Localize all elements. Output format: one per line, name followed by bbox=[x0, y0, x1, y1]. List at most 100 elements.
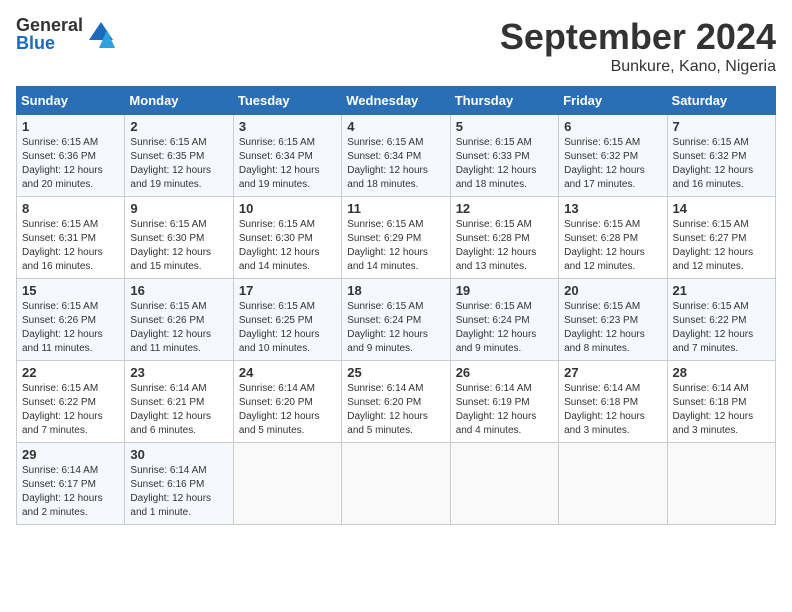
calendar-week-3: 15Sunrise: 6:15 AMSunset: 6:26 PMDayligh… bbox=[17, 279, 776, 361]
day-number: 19 bbox=[456, 283, 553, 298]
day-info: Sunrise: 6:15 AMSunset: 6:26 PMDaylight:… bbox=[130, 300, 227, 356]
day-info: Sunrise: 6:15 AMSunset: 6:34 PMDaylight:… bbox=[239, 136, 336, 192]
day-info: Sunrise: 6:15 AMSunset: 6:22 PMDaylight:… bbox=[22, 382, 119, 438]
day-number: 20 bbox=[564, 283, 661, 298]
calendar-cell: 1 Sunrise: 6:15 AMSunset: 6:36 PMDaylight… bbox=[17, 115, 125, 197]
calendar-cell: 21 Sunrise: 6:15 AMSunset: 6:22 PMDayligh… bbox=[667, 279, 775, 361]
calendar-cell: 28 Sunrise: 6:14 AMSunset: 6:18 PMDayligh… bbox=[667, 361, 775, 443]
calendar-cell bbox=[667, 443, 775, 525]
calendar-cell: 7 Sunrise: 6:15 AMSunset: 6:32 PMDaylight… bbox=[667, 115, 775, 197]
day-number: 28 bbox=[673, 365, 770, 380]
col-header-friday: Friday bbox=[559, 87, 667, 115]
logo-general: General bbox=[16, 16, 83, 34]
calendar-cell: 24Sunrise: 6:14 AMSunset: 6:20 PMDayligh… bbox=[233, 361, 341, 443]
day-number: 24 bbox=[239, 365, 336, 380]
calendar-cell: 27Sunrise: 6:14 AMSunset: 6:18 PMDayligh… bbox=[559, 361, 667, 443]
day-info: Sunrise: 6:14 AMSunset: 6:18 PMDaylight:… bbox=[673, 382, 770, 438]
calendar-cell: 14 Sunrise: 6:15 AMSunset: 6:27 PMDayligh… bbox=[667, 197, 775, 279]
day-info: Sunrise: 6:14 AMSunset: 6:16 PMDaylight:… bbox=[130, 464, 227, 520]
day-number: 2 bbox=[130, 119, 227, 134]
day-number: 21 bbox=[673, 283, 770, 298]
col-header-saturday: Saturday bbox=[667, 87, 775, 115]
day-number: 30 bbox=[130, 447, 227, 462]
day-number: 3 bbox=[239, 119, 336, 134]
logo-icon bbox=[87, 20, 115, 48]
day-info: Sunrise: 6:15 AMSunset: 6:33 PMDaylight:… bbox=[456, 136, 553, 192]
day-info: Sunrise: 6:14 AMSunset: 6:19 PMDaylight:… bbox=[456, 382, 553, 438]
calendar-week-1: 1 Sunrise: 6:15 AMSunset: 6:36 PMDaylight… bbox=[17, 115, 776, 197]
day-info: Sunrise: 6:15 AMSunset: 6:32 PMDaylight:… bbox=[673, 136, 770, 192]
logo-blue: Blue bbox=[16, 34, 83, 52]
day-info: Sunrise: 6:14 AMSunset: 6:18 PMDaylight:… bbox=[564, 382, 661, 438]
calendar-cell bbox=[342, 443, 450, 525]
day-info: Sunrise: 6:15 AMSunset: 6:27 PMDaylight:… bbox=[673, 218, 770, 274]
page-header: General Blue September 2024 Bunkure, Kan… bbox=[16, 16, 776, 76]
day-info: Sunrise: 6:15 AMSunset: 6:31 PMDaylight:… bbox=[22, 218, 119, 274]
calendar-cell: 8 Sunrise: 6:15 AMSunset: 6:31 PMDaylight… bbox=[17, 197, 125, 279]
day-info: Sunrise: 6:15 AMSunset: 6:28 PMDaylight:… bbox=[564, 218, 661, 274]
calendar-week-2: 8 Sunrise: 6:15 AMSunset: 6:31 PMDaylight… bbox=[17, 197, 776, 279]
calendar-cell: 9Sunrise: 6:15 AMSunset: 6:30 PMDaylight… bbox=[125, 197, 233, 279]
day-info: Sunrise: 6:15 AMSunset: 6:30 PMDaylight:… bbox=[239, 218, 336, 274]
month-title: September 2024 bbox=[500, 16, 776, 58]
day-number: 4 bbox=[347, 119, 444, 134]
day-info: Sunrise: 6:15 AMSunset: 6:36 PMDaylight:… bbox=[22, 136, 119, 192]
day-number: 25 bbox=[347, 365, 444, 380]
calendar-cell: 17Sunrise: 6:15 AMSunset: 6:25 PMDayligh… bbox=[233, 279, 341, 361]
day-number: 29 bbox=[22, 447, 119, 462]
day-number: 12 bbox=[456, 201, 553, 216]
day-info: Sunrise: 6:14 AMSunset: 6:17 PMDaylight:… bbox=[22, 464, 119, 520]
calendar-cell bbox=[450, 443, 558, 525]
day-info: Sunrise: 6:15 AMSunset: 6:23 PMDaylight:… bbox=[564, 300, 661, 356]
day-number: 26 bbox=[456, 365, 553, 380]
col-header-monday: Monday bbox=[125, 87, 233, 115]
calendar-cell: 5 Sunrise: 6:15 AMSunset: 6:33 PMDaylight… bbox=[450, 115, 558, 197]
day-info: Sunrise: 6:15 AMSunset: 6:24 PMDaylight:… bbox=[456, 300, 553, 356]
day-info: Sunrise: 6:15 AMSunset: 6:28 PMDaylight:… bbox=[456, 218, 553, 274]
calendar-cell: 25 Sunrise: 6:14 AMSunset: 6:20 PMDayligh… bbox=[342, 361, 450, 443]
day-info: Sunrise: 6:15 AMSunset: 6:32 PMDaylight:… bbox=[564, 136, 661, 192]
calendar-header: SundayMondayTuesdayWednesdayThursdayFrid… bbox=[17, 87, 776, 115]
day-info: Sunrise: 6:15 AMSunset: 6:35 PMDaylight:… bbox=[130, 136, 227, 192]
day-info: Sunrise: 6:15 AMSunset: 6:22 PMDaylight:… bbox=[673, 300, 770, 356]
day-number: 7 bbox=[673, 119, 770, 134]
day-number: 8 bbox=[22, 201, 119, 216]
day-info: Sunrise: 6:15 AMSunset: 6:24 PMDaylight:… bbox=[347, 300, 444, 356]
day-number: 6 bbox=[564, 119, 661, 134]
location: Bunkure, Kano, Nigeria bbox=[500, 58, 776, 76]
day-number: 18 bbox=[347, 283, 444, 298]
day-number: 1 bbox=[22, 119, 119, 134]
day-number: 9 bbox=[130, 201, 227, 216]
day-number: 16 bbox=[130, 283, 227, 298]
calendar-week-5: 29 Sunrise: 6:14 AMSunset: 6:17 PMDayligh… bbox=[17, 443, 776, 525]
calendar-cell: 22Sunrise: 6:15 AMSunset: 6:22 PMDayligh… bbox=[17, 361, 125, 443]
col-header-sunday: Sunday bbox=[17, 87, 125, 115]
calendar-cell: 18 Sunrise: 6:15 AMSunset: 6:24 PMDayligh… bbox=[342, 279, 450, 361]
calendar-cell: 29 Sunrise: 6:14 AMSunset: 6:17 PMDayligh… bbox=[17, 443, 125, 525]
day-number: 13 bbox=[564, 201, 661, 216]
logo-text: General Blue bbox=[16, 16, 83, 52]
calendar-cell: 6 Sunrise: 6:15 AMSunset: 6:32 PMDaylight… bbox=[559, 115, 667, 197]
calendar-cell: 4 Sunrise: 6:15 AMSunset: 6:34 PMDaylight… bbox=[342, 115, 450, 197]
col-header-thursday: Thursday bbox=[450, 87, 558, 115]
calendar-cell: 12 Sunrise: 6:15 AMSunset: 6:28 PMDayligh… bbox=[450, 197, 558, 279]
col-header-wednesday: Wednesday bbox=[342, 87, 450, 115]
calendar-cell: 16 Sunrise: 6:15 AMSunset: 6:26 PMDayligh… bbox=[125, 279, 233, 361]
day-info: Sunrise: 6:14 AMSunset: 6:21 PMDaylight:… bbox=[130, 382, 227, 438]
calendar-cell: 2 Sunrise: 6:15 AMSunset: 6:35 PMDaylight… bbox=[125, 115, 233, 197]
day-number: 5 bbox=[456, 119, 553, 134]
calendar-cell: 19 Sunrise: 6:15 AMSunset: 6:24 PMDayligh… bbox=[450, 279, 558, 361]
day-info: Sunrise: 6:15 AMSunset: 6:29 PMDaylight:… bbox=[347, 218, 444, 274]
title-block: September 2024 Bunkure, Kano, Nigeria bbox=[500, 16, 776, 76]
day-number: 23 bbox=[130, 365, 227, 380]
calendar-cell: 26 Sunrise: 6:14 AMSunset: 6:19 PMDayligh… bbox=[450, 361, 558, 443]
day-info: Sunrise: 6:15 AMSunset: 6:34 PMDaylight:… bbox=[347, 136, 444, 192]
calendar-body: 1 Sunrise: 6:15 AMSunset: 6:36 PMDaylight… bbox=[17, 115, 776, 525]
day-number: 17 bbox=[239, 283, 336, 298]
day-number: 14 bbox=[673, 201, 770, 216]
calendar-cell: 13 Sunrise: 6:15 AMSunset: 6:28 PMDayligh… bbox=[559, 197, 667, 279]
calendar-cell bbox=[559, 443, 667, 525]
calendar-cell bbox=[233, 443, 341, 525]
day-info: Sunrise: 6:15 AMSunset: 6:26 PMDaylight:… bbox=[22, 300, 119, 356]
day-info: Sunrise: 6:14 AMSunset: 6:20 PMDaylight:… bbox=[347, 382, 444, 438]
